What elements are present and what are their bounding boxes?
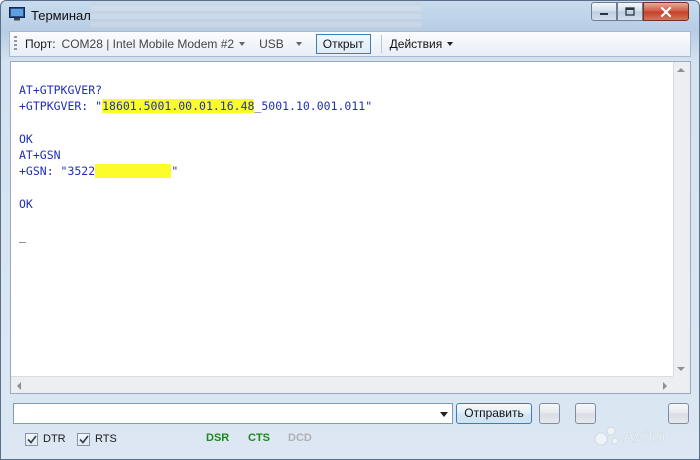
horizontal-scrollbar[interactable] [11,376,673,393]
redacted-serial: XXXXXXXXXXX [95,164,172,179]
maximize-icon [625,7,635,16]
terminal-line: AT+GSN [19,148,61,163]
title-bar[interactable]: Терминал [1,1,699,29]
terminal-line: _ [19,228,372,244]
terminal-line: AT+GTPKGVER? [19,83,103,98]
port-select[interactable]: COM28 | Intel Mobile Modem #2 [62,37,246,51]
terminal-app-icon [9,7,25,21]
dsr-indicator: DSR [206,432,230,444]
terminal-line: OK [19,196,33,211]
checkmark-icon [26,435,37,444]
toolbar: Порт: COM28 | Intel Mobile Modem #2 USB … [9,31,691,57]
close-icon [660,6,672,17]
command-input[interactable] [13,403,453,424]
minimize-button[interactable] [591,2,617,21]
chevron-down-icon[interactable] [440,412,448,417]
terminal-text: AT+GTPKGVER? +GTPKGVER: "18601.5001.00.01… [19,66,372,277]
rts-checkbox[interactable] [77,432,90,446]
rts-label: RTS [95,433,117,445]
toolbar-separator [380,35,382,53]
extra-button-1[interactable] [539,403,560,424]
scrollbar-corner [673,376,690,393]
send-button[interactable]: Отправить [456,403,532,424]
highlighted-version: 18601.5001.00.01.16.48 [102,99,255,114]
minimize-icon [600,12,608,15]
text-cursor: _ [19,229,26,244]
line-prefix: +GTPKGVER: " [19,99,103,114]
open-port-button[interactable]: Открыт [315,34,371,54]
chevron-down-icon [295,42,302,46]
scroll-up-icon[interactable] [677,68,685,72]
dcd-indicator: DCD [288,432,312,444]
dtr-toggle[interactable]: DTR [25,431,66,447]
scroll-right-icon[interactable] [663,382,667,390]
chevron-down-icon [239,42,246,46]
port-label: Порт: [25,37,56,51]
interface-select[interactable]: USB [259,37,302,51]
dtr-label: DTR [43,433,66,445]
cts-indicator: CTS [248,432,270,444]
terminal-output[interactable]: AT+GTPKGVER? +GTPKGVER: "18601.5001.00.01… [10,61,691,394]
close-button[interactable] [643,2,689,21]
toolbar-grip[interactable] [14,36,17,52]
dtr-checkbox[interactable] [25,432,38,446]
line-suffix: _5001.10.001.011" [254,99,373,114]
terminal-window: Терминал Порт: COM28 | Intel Mobile Mode… [0,0,700,460]
chevron-down-icon [447,42,454,46]
scroll-down-icon[interactable] [677,367,685,371]
line-suffix: " [171,164,179,179]
checkmark-icon [78,435,89,444]
interface-select-value: USB [259,37,284,51]
window-title: Терминал [31,8,91,23]
line-prefix: +GSN: "3522 [19,164,96,179]
actions-menu-label: Действия [389,37,443,51]
scroll-left-icon[interactable] [17,382,21,390]
vertical-scrollbar[interactable] [673,62,690,377]
maximize-button[interactable] [617,2,643,21]
terminal-line: +GSN: "3522XXXXXXXXXXX" [19,163,372,179]
port-select-value: COM28 | Intel Mobile Modem #2 [61,37,235,51]
background-window-ghost [91,3,421,29]
terminal-line: +GTPKGVER: "18601.5001.00.01.16.48_5001.… [19,98,372,114]
rts-toggle[interactable]: RTS [77,431,117,447]
avito-watermark: Avito [594,426,666,447]
actions-menu[interactable]: Действия [390,37,454,51]
watermark-text: Avito [623,427,665,447]
terminal-line: OK [19,131,33,146]
